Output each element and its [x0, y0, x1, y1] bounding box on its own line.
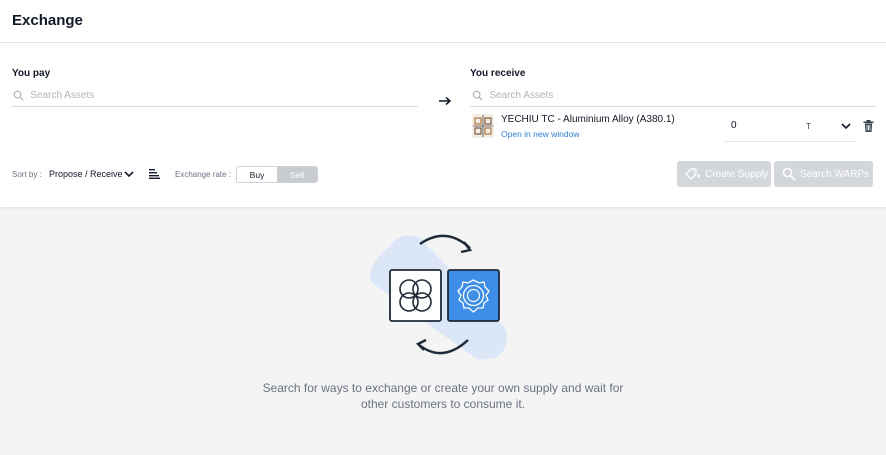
receive-search-input[interactable]: [489, 90, 876, 101]
quantity-input[interactable]: 0: [731, 120, 737, 131]
search-icon: [12, 89, 25, 103]
sort-icon[interactable]: [148, 168, 161, 179]
empty-state-line-1: Search for ways to exchange or create yo…: [262, 381, 624, 395]
empty-state-message: Search for ways to exchange or create yo…: [243, 380, 643, 412]
you-pay-label: You pay: [12, 68, 51, 79]
you-receive-label: You receive: [470, 68, 526, 79]
tag-plus-icon: [685, 168, 700, 180]
receive-search-field[interactable]: [470, 85, 876, 107]
trash-icon[interactable]: [863, 120, 874, 132]
page-title: Exchange: [12, 12, 83, 29]
received-asset-row: YECHIU TC - Aluminium Alloy (A380.1) Ope…: [470, 110, 880, 142]
quantity-underline: [725, 141, 857, 142]
exchange-rate-label: Exchange rate :: [175, 170, 232, 179]
search-warps-label: Search WARPs: [800, 168, 870, 180]
exchange-illustration: [370, 234, 508, 360]
search-warps-button[interactable]: Search WARPs: [774, 161, 873, 187]
pay-search-input[interactable]: [30, 90, 418, 101]
sell-toggle-option[interactable]: Sell: [277, 167, 317, 182]
pay-search-field[interactable]: [11, 85, 418, 107]
sort-by-label: Sort by :: [12, 170, 42, 179]
chevron-down-icon[interactable]: [840, 121, 852, 131]
chevron-down-icon[interactable]: [123, 169, 135, 179]
empty-state-line-2: other customers to consume it.: [360, 397, 526, 411]
buy-toggle-option[interactable]: Buy: [237, 167, 277, 182]
search-icon: [471, 89, 484, 103]
unit-select[interactable]: T: [806, 122, 811, 131]
top-bar: Exchange: [0, 0, 886, 43]
exchange-rate-toggle: Buy Sell: [236, 166, 318, 183]
asset-name: YECHIU TC - Aluminium Alloy (A380.1): [501, 114, 675, 125]
arrow-right-icon: [439, 96, 452, 106]
asset-thumbnail: [472, 114, 494, 138]
search-icon: [782, 167, 796, 181]
open-in-new-window-link[interactable]: Open in new window: [501, 129, 579, 139]
create-supply-button[interactable]: Create Supply: [677, 161, 771, 187]
sort-by-select[interactable]: Propose / Receive: [49, 169, 123, 179]
create-supply-label: Create Supply: [705, 168, 769, 180]
